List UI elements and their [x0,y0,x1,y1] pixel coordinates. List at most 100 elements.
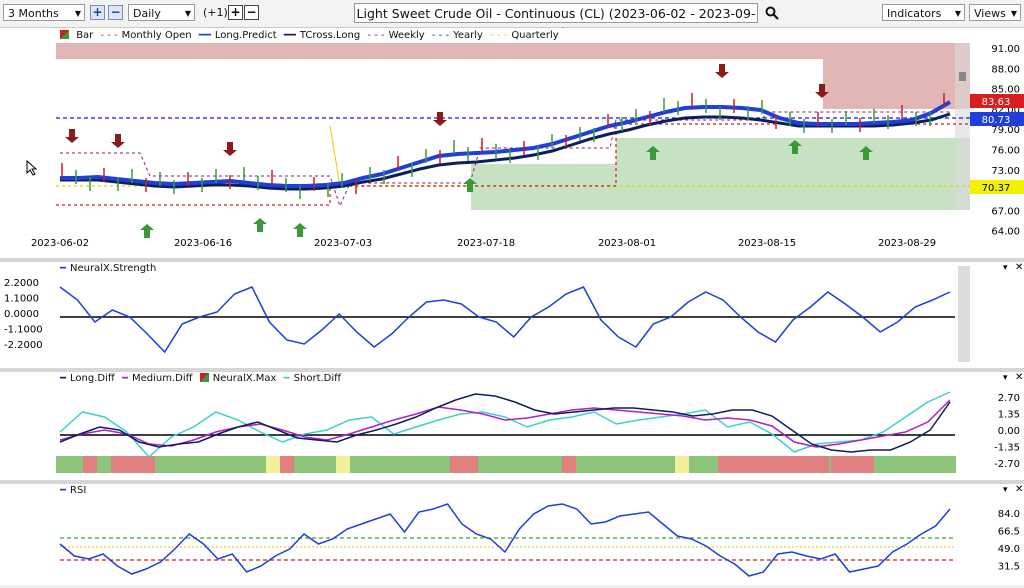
legend-monthly-open: Monthly Open [121,30,192,41]
rsi-label: RSI [70,485,87,496]
interval-select-value: Daily [133,7,161,20]
indicators-select[interactable]: Indicators ▼ [882,4,965,21]
neuralx-max-bar [56,456,956,473]
instrument-title[interactable]: Light Sweet Crude Oil - Continuous (CL) … [354,3,758,40]
legend-tcross-long: TCross.Long [299,30,361,41]
price-tag-yellow-label: 70.37 [982,183,1011,194]
strength-panel[interactable]: 2.2000 1.1000 0.0000 -1.1000 -2.2000 ▾ ✕ ━ Ne… [0,262,1024,368]
diff-axis: 2.70 1.35 0.00 -1.35 -2.70 [994,393,1020,470]
diff-chart[interactable]: 2.70 1.35 0.00 -1.35 -2.70 ▾ ✕ [0,372,1024,480]
legend-yearly-icon: - - - [431,30,450,41]
range-select[interactable]: 3 Months ▼ [3,4,85,21]
future-area [955,43,970,210]
collapse-icon[interactable]: ▾ [1003,485,1008,495]
rsi-legend: ━ RSI [60,485,90,496]
cursor-icon [26,160,38,176]
date-tick: 2023-07-18 [457,238,515,249]
chevron-down-icon: ▼ [1010,9,1017,18]
collapse-icon[interactable]: ▾ [1003,263,1008,273]
medium-diff-label: Medium.Diff [132,373,193,384]
bar-legend-icon [60,30,69,39]
legend-yearly: Yearly [453,30,483,41]
long-diff-label: Long.Diff [70,373,115,384]
rsi-panel[interactable]: 84.0 66.5 49.0 31.5 ▾ ✕ ━ RSI [0,484,1024,585]
legend-quarterly-icon: - - - [490,30,508,41]
rsi-tick: 31.5 [998,562,1020,573]
legend-bar: Bar [76,30,94,41]
signal-arrow [223,142,237,156]
views-label: Views [974,7,1006,20]
rsi-tick: 84.0 [998,509,1020,520]
rsi-line [59,503,951,577]
legend-quarterly: Quarterly [511,30,559,41]
support-zone-1 [471,164,616,210]
max-segment [829,456,831,473]
max-segment [478,456,562,473]
medium-diff-line [59,399,951,448]
max-segment [336,456,350,473]
views-select[interactable]: Views ▼ [969,4,1021,21]
max-segment [675,456,689,473]
date-tick: 2023-08-01 [598,238,656,249]
quarterly-step [329,125,341,187]
diff-legend: ━ Long.Diff ━ Medium.Diff NeuralX.Max ━ Sho… [60,373,345,384]
diff-panel[interactable]: 2.70 1.35 0.00 -1.35 -2.70 ▾ ✕ ━ Long.Diff ━ M… [0,372,1024,480]
interval-select[interactable]: Daily ▼ [128,4,195,21]
strength-chart[interactable]: 2.2000 1.1000 0.0000 -1.1000 -2.2000 ▾ ✕ [0,262,1024,368]
price-tick: 67.00 [991,206,1020,217]
legend-long-predict: Long.Predict [214,30,277,41]
short-diff-label: Short.Diff [293,373,342,384]
step-plus-button[interactable]: + [228,5,243,20]
max-segment [280,456,294,473]
search-icon[interactable] [765,6,779,20]
legend-tcross-long-icon: ━━ [283,30,296,41]
scroll-marker[interactable] [959,72,966,81]
signal-arrow [140,224,154,238]
step-label: (+1) [203,6,228,19]
legend-long-diff-icon: ━ [60,373,67,384]
date-tick: 2023-06-16 [174,238,232,249]
max-segment [111,456,155,473]
price-axis: 91.0088.0085.0082.0079.0076.0073.0070.00… [991,44,1020,238]
price-chart[interactable]: 91.0088.0085.0082.0079.0076.0073.0070.00… [0,28,1024,258]
max-segment [266,456,280,473]
legend-monthly-open-icon: - - - [100,30,118,41]
max-segment [831,456,874,473]
rsi-chart[interactable]: 84.0 66.5 49.0 31.5 ▾ ✕ [0,484,1024,585]
diff-tick: 1.35 [998,410,1020,421]
close-icon[interactable]: ✕ [1015,262,1023,273]
legend-weekly-icon: - - - [367,30,385,41]
legend-strength-icon: ━ [60,263,67,274]
max-segment [562,456,576,473]
zoom-in-button[interactable]: + [90,5,105,20]
price-tick: 79.00 [991,125,1020,136]
max-segment [576,456,675,473]
signal-arrow [65,129,79,143]
diff-tick: -2.70 [994,459,1020,470]
close-icon[interactable]: ✕ [1015,484,1023,495]
rsi-axis: 84.0 66.5 49.0 31.5 [998,509,1020,573]
signal-arrow [293,223,307,237]
signal-arrow [111,134,125,148]
max-segment [718,456,829,473]
price-tick: 64.00 [991,227,1020,238]
signal-arrow [253,218,267,232]
indicators-label: Indicators [887,7,942,20]
diff-tick: 0.00 [998,426,1020,437]
max-segment [689,456,718,473]
price-panel[interactable]: 91.0088.0085.0082.0079.0076.0073.0070.00… [0,28,1024,258]
signal-arrow [715,64,729,78]
rsi-tick: 66.5 [998,527,1020,538]
price-tick: 73.00 [991,166,1020,177]
strength-label: NeuralX.Strength [70,263,157,274]
max-segment [294,456,336,473]
collapse-icon[interactable]: ▾ [1003,373,1008,383]
close-icon[interactable]: ✕ [1015,372,1023,383]
zoom-out-button[interactable]: − [108,5,123,20]
strength-legend: ━ NeuralX.Strength [60,263,160,274]
strength-axis: 2.2000 1.1000 0.0000 -1.1000 -2.2000 [4,278,43,351]
chevron-down-icon: ▼ [954,9,961,18]
step-minus-button[interactable]: − [244,5,259,20]
legend-medium-diff-icon: ━ [121,373,128,384]
legend-rsi-icon: ━ [60,485,67,496]
